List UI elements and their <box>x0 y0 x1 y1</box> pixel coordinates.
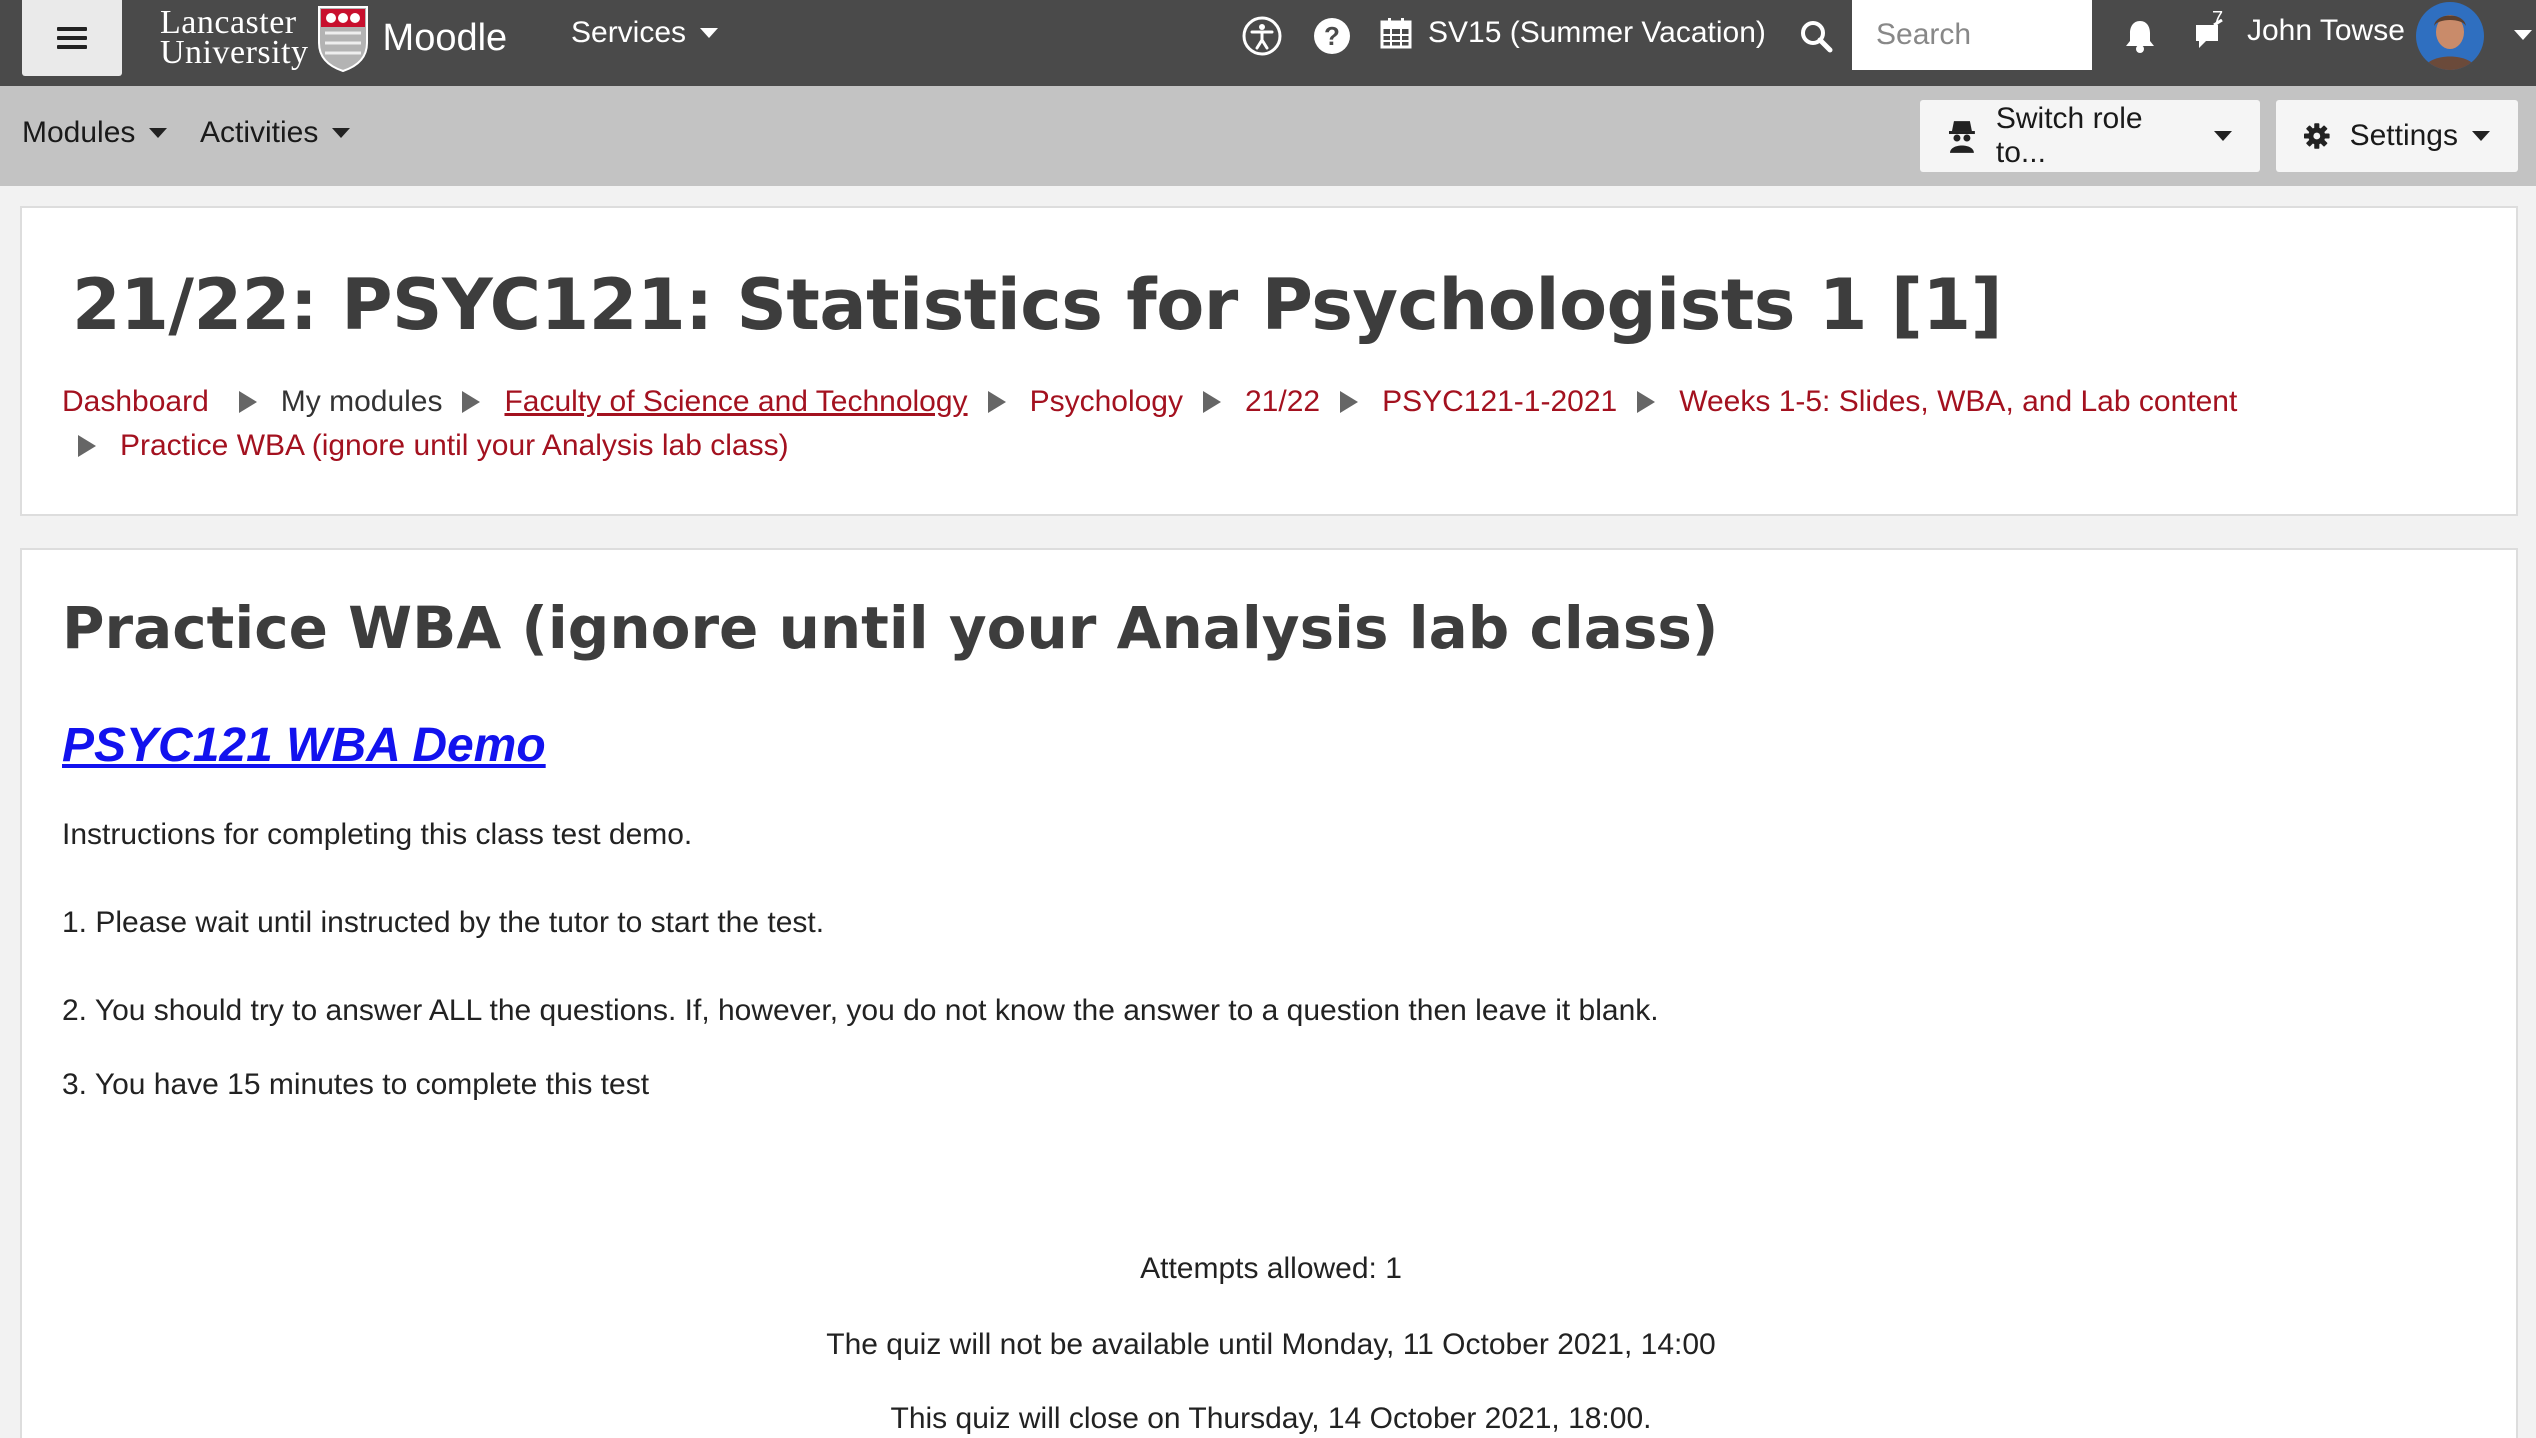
accessibility-icon <box>1242 16 1282 56</box>
switch-role-label: Switch role to... <box>1995 102 2143 169</box>
wba-demo-link[interactable]: PSYC121 WBA Demo <box>62 718 546 773</box>
user-secret-icon <box>1948 121 1975 153</box>
services-label: Services <box>571 16 687 49</box>
menu-icon <box>57 27 87 49</box>
breadcrumb: Dashboard My modules Faculty of Science an… <box>62 380 2482 468</box>
user-menu-chevron-icon[interactable] <box>2514 30 2532 40</box>
main-content: Practice WBA (ignore until your Analysis… <box>20 548 2518 1438</box>
settings-label: Settings <box>2349 119 2458 152</box>
breadcrumb-psychology[interactable]: Psychology <box>1030 385 1183 418</box>
breadcrumb-separator-icon <box>238 391 257 413</box>
services-menu[interactable]: Services <box>571 16 719 50</box>
breadcrumb-my-modules: My modules <box>280 385 443 418</box>
university-crest-icon <box>317 6 368 73</box>
chevron-down-icon <box>149 128 168 138</box>
modules-label: Modules <box>22 116 136 149</box>
site-name: Moodle <box>382 16 508 59</box>
term-label: SV15 (Summer Vacation) <box>1428 16 1766 49</box>
chevron-down-icon <box>2472 131 2490 141</box>
course-nav-bar: Modules Activities Switch role to... Set… <box>0 86 2536 186</box>
chevron-down-icon <box>332 128 351 138</box>
breadcrumb-course[interactable]: PSYC121-1-2021 <box>1382 385 1617 418</box>
logo-line-2: University <box>160 34 309 71</box>
user-menu-name[interactable]: John Towse <box>2247 14 2405 48</box>
breadcrumb-separator-icon <box>987 391 1006 413</box>
search-button[interactable] <box>1794 14 1838 58</box>
calendar-icon <box>1380 18 1412 49</box>
activities-menu[interactable]: Activities <box>200 116 351 150</box>
search-icon <box>1801 21 1833 53</box>
search-input[interactable] <box>1852 0 2092 70</box>
logo-wordmark: Lancaster University <box>160 6 309 71</box>
breadcrumb-separator-icon <box>1202 391 1221 413</box>
notifications-button[interactable] <box>2118 14 2162 58</box>
gear-icon <box>2304 123 2330 149</box>
activities-label: Activities <box>200 116 319 149</box>
breadcrumb-year[interactable]: 21/22 <box>1245 385 1320 418</box>
breadcrumb-dashboard[interactable]: Dashboard <box>62 385 209 418</box>
help-icon: ? <box>1314 18 1350 54</box>
accessibility-button[interactable] <box>1240 14 1284 58</box>
messages-button[interactable] <box>2188 14 2232 58</box>
switch-role-button[interactable]: Switch role to... <box>1920 100 2260 172</box>
term-selector[interactable]: SV15 (Summer Vacation) <box>1380 16 1766 50</box>
svg-text:?: ? <box>1324 21 1340 51</box>
instruction-item: 2. You should try to answer ALL the ques… <box>62 994 1659 1027</box>
breadcrumb-section[interactable]: Weeks 1-5: Slides, WBA, and Lab content <box>1679 385 2237 418</box>
avatar[interactable] <box>2416 2 2484 70</box>
page-title: 21/22: PSYC121: Statistics for Psycholog… <box>72 264 2003 346</box>
breadcrumb-separator-icon <box>1637 391 1656 413</box>
menu-toggle-button[interactable] <box>22 0 122 76</box>
quiz-open-date: The quiz will not be available until Mon… <box>826 1328 1716 1361</box>
attempts-allowed: Attempts allowed: 1 <box>1140 1252 1402 1285</box>
quiz-close-date: This quiz will close on Thursday, 14 Oct… <box>890 1402 1652 1435</box>
instruction-item: 3. You have 15 minutes to complete this … <box>62 1068 650 1101</box>
message-count-badge: 7 <box>2212 8 2224 30</box>
help-button[interactable]: ? <box>1310 14 1354 58</box>
breadcrumb-separator-icon <box>1340 391 1359 413</box>
modules-menu[interactable]: Modules <box>22 116 168 150</box>
page-header: 21/22: PSYC121: Statistics for Psycholog… <box>20 206 2518 516</box>
breadcrumb-activity[interactable]: Practice WBA (ignore until your Analysis… <box>120 429 789 462</box>
settings-button[interactable]: Settings <box>2276 100 2518 172</box>
breadcrumb-separator-icon <box>78 435 96 457</box>
breadcrumb-separator-icon <box>462 391 481 413</box>
user-avatar-icon <box>2416 2 2484 70</box>
instruction-item: 1. Please wait until instructed by the t… <box>62 906 825 939</box>
breadcrumb-faculty[interactable]: Faculty of Science and Technology <box>504 385 967 418</box>
chevron-down-icon <box>2214 131 2232 141</box>
activity-title: Practice WBA (ignore until your Analysis… <box>62 594 1719 662</box>
chevron-down-icon <box>700 28 719 38</box>
bell-icon <box>2126 21 2154 53</box>
intro-text: Instructions for completing this class t… <box>62 818 693 851</box>
top-navbar: Lancaster University Moodle Services ? S… <box>0 0 2536 86</box>
site-logo[interactable]: Lancaster University Moodle <box>160 0 507 76</box>
